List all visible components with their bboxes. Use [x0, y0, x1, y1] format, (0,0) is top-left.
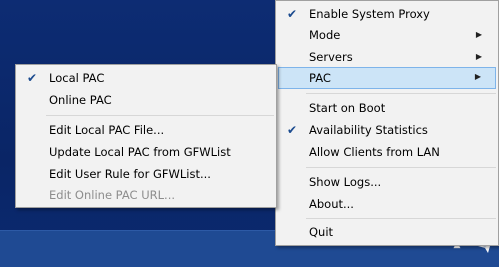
menu-item-label: Allow Clients from LAN — [309, 145, 440, 159]
menu-item-label: Servers — [309, 50, 353, 64]
menu-item-label: Start on Boot — [309, 101, 386, 115]
chevron-right-icon: ▶ — [475, 30, 482, 39]
checkmark-icon: ✔ — [26, 71, 38, 85]
menu-item-edit-user-rule[interactable]: Edit User Rule for GFWList... — [18, 163, 274, 185]
menu-separator — [306, 218, 496, 219]
menu-item-pac[interactable]: PAC ▶ — [278, 67, 496, 89]
menu-item-local-pac[interactable]: ✔ Local PAC — [18, 67, 274, 89]
menu-item-quit[interactable]: Quit — [278, 221, 496, 243]
menu-item-label: Update Local PAC from GFWList — [49, 145, 231, 159]
menu-item-show-logs[interactable]: Show Logs... — [278, 171, 496, 193]
menu-item-start-on-boot[interactable]: Start on Boot — [278, 97, 496, 119]
menu-item-about[interactable]: About... — [278, 193, 496, 215]
menu-item-enable-system-proxy[interactable]: ✔ Enable System Proxy — [278, 3, 496, 25]
menu-item-label: Enable System Proxy — [309, 7, 430, 21]
menu-item-label: PAC — [309, 71, 331, 85]
menu-item-servers[interactable]: Servers ▶ — [278, 46, 496, 68]
menu-item-edit-online-pac-url: Edit Online PAC URL... — [18, 184, 274, 206]
menu-item-label: Local PAC — [49, 71, 105, 85]
menu-item-label: Online PAC — [49, 93, 112, 107]
pac-submenu: ✔ Local PAC Online PAC Edit Local PAC Fi… — [15, 64, 277, 208]
menu-item-mode[interactable]: Mode ▶ — [278, 24, 496, 46]
menu-item-label: Edit Local PAC File... — [49, 123, 165, 137]
menu-item-label: Edit User Rule for GFWList... — [49, 167, 211, 181]
menu-item-online-pac[interactable]: Online PAC — [18, 89, 274, 111]
checkmark-icon: ✔ — [286, 7, 298, 21]
menu-item-label: About... — [309, 197, 354, 211]
chevron-right-icon: ▶ — [475, 52, 482, 61]
chevron-right-icon: ▶ — [474, 72, 481, 81]
menu-item-availability-statistics[interactable]: ✔ Availability Statistics — [278, 119, 496, 141]
menu-item-label: Quit — [309, 225, 334, 239]
menu-separator — [306, 93, 496, 94]
menu-item-edit-local-pac-file[interactable]: Edit Local PAC File... — [18, 119, 274, 141]
menu-item-label: Availability Statistics — [309, 123, 428, 137]
menu-separator — [306, 167, 496, 168]
menu-item-update-local-pac[interactable]: Update Local PAC from GFWList — [18, 141, 274, 163]
menu-item-label: Edit Online PAC URL... — [49, 188, 176, 202]
menu-item-label: Mode — [309, 28, 341, 42]
menu-separator — [46, 115, 274, 116]
menu-item-label: Show Logs... — [309, 175, 382, 189]
checkmark-icon: ✔ — [286, 123, 298, 137]
tray-context-menu: ✔ Enable System Proxy Mode ▶ Servers ▶ P… — [275, 0, 499, 246]
menu-item-allow-clients-from-lan[interactable]: Allow Clients from LAN — [278, 141, 496, 163]
